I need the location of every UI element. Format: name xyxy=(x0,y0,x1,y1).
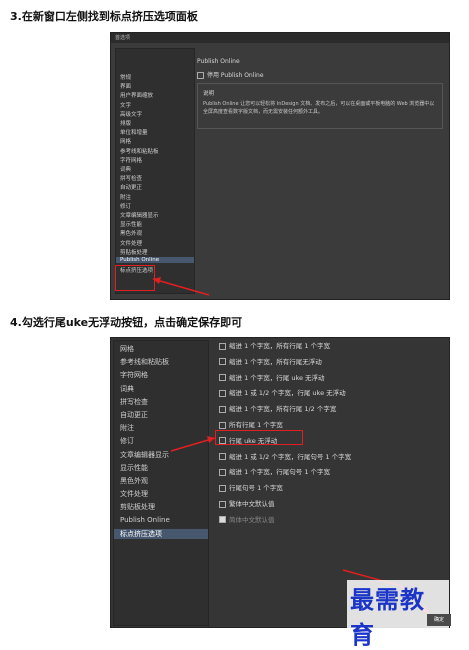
ok-button[interactable]: 确定 xyxy=(427,614,451,626)
step-3-instruction: 3.在新窗口左侧找到标点挤压选项面板 xyxy=(10,10,198,23)
preferences-dialog-punctuation: 网格 参考线和粘贴板 字符网格 词典 拼写检查 自动更正 附注 修订 文章编辑器显示 显示性能 黑色… xyxy=(110,337,451,650)
annotation-arrow xyxy=(152,277,210,296)
step-4-instruction: 4.勾选行尾uke无浮动按钮，点击确定保存即可 xyxy=(10,316,243,329)
preferences-dialog-publish-online: 首选项 常规 界面 用户界面缩放 文字 高级文字 排版 单位和增量 网格 参考线和粘贴板 字符网格… xyxy=(110,32,450,300)
